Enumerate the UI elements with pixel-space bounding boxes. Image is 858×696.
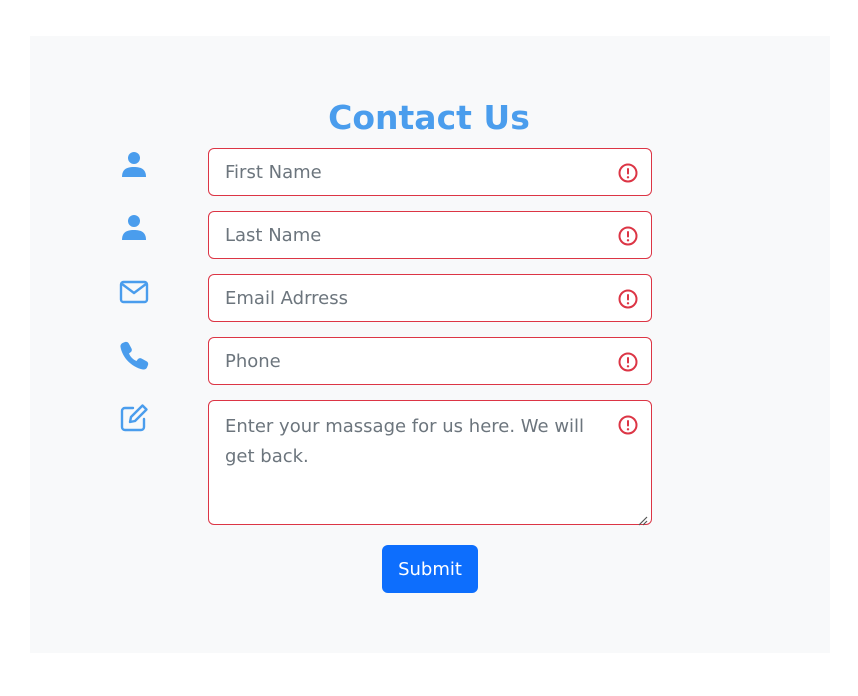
page-title: Contact Us (328, 98, 530, 137)
resize-handle-icon[interactable] (638, 511, 648, 526)
exclamation-circle-icon (617, 162, 639, 184)
last-name-field[interactable] (208, 211, 652, 259)
envelope-icon (118, 276, 150, 308)
exclamation-circle-icon (617, 351, 639, 373)
message-field[interactable] (208, 400, 652, 526)
submit-button[interactable]: Submit (382, 545, 478, 593)
email-input[interactable] (209, 275, 651, 321)
phone-field[interactable] (208, 337, 652, 385)
first-name-field[interactable] (208, 148, 652, 196)
person-icon (118, 150, 150, 182)
exclamation-circle-icon (617, 288, 639, 310)
first-name-input[interactable] (209, 149, 651, 195)
last-name-input[interactable] (209, 212, 651, 258)
message-textarea[interactable] (209, 401, 651, 524)
phone-input[interactable] (209, 338, 651, 384)
person-icon (118, 213, 150, 245)
phone-icon (118, 339, 150, 371)
exclamation-circle-icon (617, 225, 639, 247)
pencil-square-icon (118, 402, 150, 434)
email-field[interactable] (208, 274, 652, 322)
exclamation-circle-icon (617, 414, 639, 436)
